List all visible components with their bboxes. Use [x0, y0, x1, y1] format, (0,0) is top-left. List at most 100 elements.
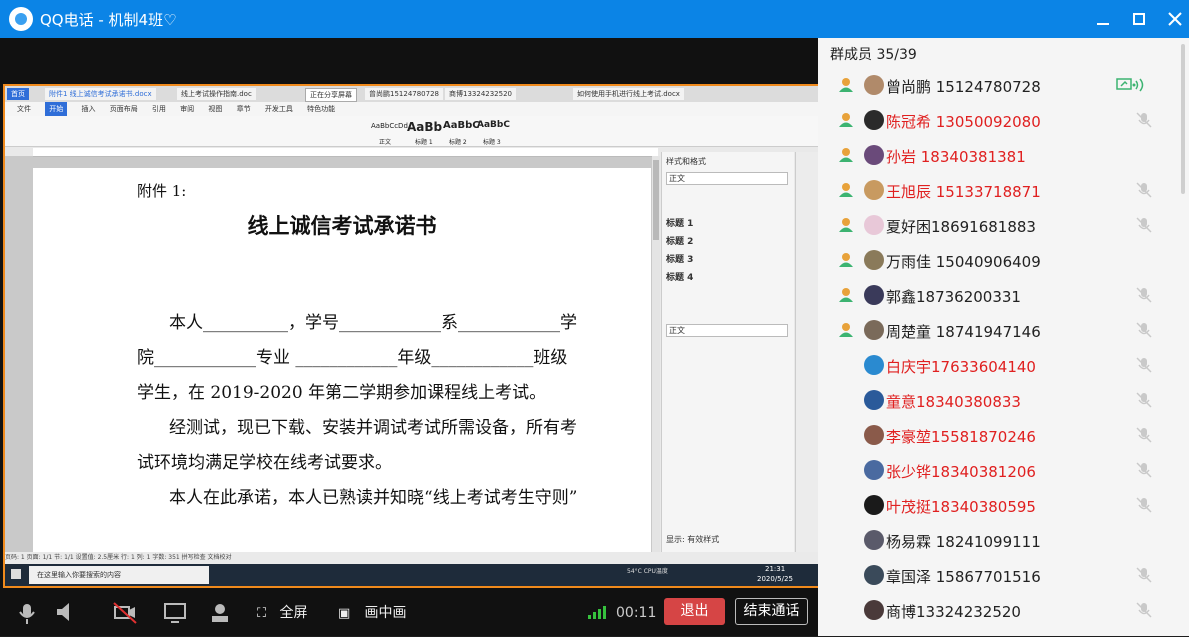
avatar[interactable]: [864, 495, 884, 515]
avatar[interactable]: [864, 425, 884, 445]
member-row[interactable]: 郭鑫18736200331: [818, 278, 1189, 313]
member-name: 王旭辰 15133718871: [886, 183, 1041, 201]
mic-muted-icon[interactable]: [1136, 567, 1152, 583]
mic-muted-icon[interactable]: [1136, 357, 1152, 373]
avatar[interactable]: [864, 460, 884, 480]
avatar[interactable]: [864, 110, 884, 130]
mic-muted-icon[interactable]: [1136, 112, 1152, 128]
maximize-icon[interactable]: [1126, 6, 1152, 32]
exit-button[interactable]: 退出: [664, 598, 725, 625]
menu-dev[interactable]: 开发工具: [265, 102, 293, 116]
member-row[interactable]: 曾尚鹏 15124780728: [818, 68, 1189, 103]
fullscreen-label: 全屏: [279, 605, 308, 621]
member-name: 叶茂挺18340380595: [886, 498, 1036, 516]
share-indicator: 正在分享屏幕: [305, 88, 357, 102]
menu-chapter[interactable]: 章节: [237, 102, 251, 116]
member-row[interactable]: 李豪堃15581870246: [818, 418, 1189, 453]
qq-logo-icon: [9, 7, 33, 31]
wps-tab-guide[interactable]: 线上考试操作指南.doc: [177, 88, 256, 100]
shared-screen[interactable]: 首页 附件1 线上诚信考试承诺书.docx 线上考试操作指南.doc 正在分享屏…: [3, 84, 821, 588]
doc-line6: 本人在此承诺，本人已熟读并知晓“线上考试考生守则”: [169, 488, 578, 508]
member-row[interactable]: 童意18340380833: [818, 383, 1189, 418]
mic-muted-icon[interactable]: [1136, 497, 1152, 513]
menu-insert[interactable]: 插入: [81, 102, 95, 116]
style-pane-current-2[interactable]: 正文: [666, 324, 788, 337]
menu-layout[interactable]: 页面布局: [110, 102, 138, 116]
doc-line5: 试环境均满足学校在线考试要求。: [137, 453, 392, 473]
member-row[interactable]: 万雨佳 15040906409: [818, 243, 1189, 278]
pip-button[interactable]: ▣ 画中画: [338, 598, 406, 628]
avatar[interactable]: [864, 250, 884, 270]
speaking-user-icon: [838, 322, 854, 338]
member-row[interactable]: 陈冠希 13050092080: [818, 103, 1189, 138]
avatar[interactable]: [864, 530, 884, 550]
menu-special[interactable]: 特色功能: [307, 102, 335, 116]
mic-muted-icon[interactable]: [1136, 602, 1152, 618]
wps-ribbon: AaBbCcDd AaBb AaBbC AaBbC 正文 标题 1 标题 2 标…: [5, 116, 819, 147]
avatar[interactable]: [864, 390, 884, 410]
document-scrollbar[interactable]: [652, 156, 660, 552]
style-pane-h4[interactable]: 标题 4: [666, 270, 693, 283]
member-row[interactable]: 商博13324232520: [818, 593, 1189, 628]
windows-taskbar: 在这里输入你要搜索的内容 54°C CPU温度 21:31 2020/5/25: [5, 564, 819, 586]
style-pane-h1[interactable]: 标题 1: [666, 216, 693, 229]
member-row[interactable]: 叶茂挺18340380595: [818, 488, 1189, 523]
mic-muted-icon[interactable]: [1136, 182, 1152, 198]
menu-start[interactable]: 开始: [45, 102, 68, 116]
wps-tab-doc[interactable]: 附件1 线上诚信考试承诺书.docx: [45, 88, 156, 100]
document-page[interactable]: 附件 1: 线上诚信考试承诺书 本人__________，学号_________…: [33, 168, 651, 552]
wps-tab-guide2[interactable]: 如何使用手机进行线上考试.docx: [573, 88, 684, 100]
member-row[interactable]: 张少铧18340381206: [818, 453, 1189, 488]
microphone-icon[interactable]: [16, 598, 38, 628]
member-row[interactable]: 白庆宇17633604140: [818, 348, 1189, 383]
fullscreen-button[interactable]: ⛶ 全屏: [257, 598, 307, 628]
style-pane-show[interactable]: 显示: 有效样式: [666, 534, 719, 545]
windows-start-icon[interactable]: [11, 569, 21, 579]
present-icon[interactable]: [208, 598, 232, 628]
fullscreen-icon: ⛶: [257, 606, 267, 621]
member-row[interactable]: 夏好困18691681883: [818, 208, 1189, 243]
avatar[interactable]: [864, 215, 884, 235]
avatar[interactable]: [864, 355, 884, 375]
member-row[interactable]: 王旭辰 15133718871: [818, 173, 1189, 208]
avatar[interactable]: [864, 145, 884, 165]
end-call-button[interactable]: 结束通话: [735, 598, 808, 625]
mic-muted-icon[interactable]: [1136, 462, 1152, 478]
member-row[interactable]: 杨易霖 18241099111: [818, 523, 1189, 558]
avatar[interactable]: [864, 600, 884, 620]
style-pane-current[interactable]: 正文: [666, 172, 788, 185]
mic-muted-icon[interactable]: [1136, 427, 1152, 443]
close-icon[interactable]: [1162, 6, 1188, 32]
menu-review[interactable]: 审阅: [180, 102, 194, 116]
call-controls: ⛶ 全屏 ▣ 画中画 00:11 退出 结束通话: [0, 598, 818, 636]
ruler: [33, 148, 658, 157]
avatar[interactable]: [864, 285, 884, 305]
avatar[interactable]: [864, 180, 884, 200]
menu-view[interactable]: 视图: [208, 102, 222, 116]
window-title: QQ电话 - 机制4班♡: [40, 11, 177, 29]
menu-reference[interactable]: 引用: [152, 102, 166, 116]
style-pane-h3[interactable]: 标题 3: [666, 252, 693, 265]
member-row[interactable]: 孙岩 18340381381: [818, 138, 1189, 173]
member-row[interactable]: 章国泽 15867701516: [818, 558, 1189, 593]
avatar[interactable]: [864, 75, 884, 95]
mic-muted-icon[interactable]: [1136, 392, 1152, 408]
wps-tab-user1[interactable]: 曾尚鹏15124780728: [365, 88, 443, 100]
mic-muted-icon[interactable]: [1136, 217, 1152, 233]
mic-muted-icon[interactable]: [1136, 287, 1152, 303]
taskbar-search[interactable]: 在这里输入你要搜索的内容: [29, 566, 209, 584]
minimize-icon[interactable]: [1090, 6, 1116, 32]
avatar[interactable]: [864, 320, 884, 340]
menu-file[interactable]: 文件: [17, 102, 31, 116]
speaker-icon[interactable]: [54, 598, 76, 628]
member-row[interactable]: 周楚童 18741947146: [818, 313, 1189, 348]
camera-off-icon[interactable]: [112, 598, 138, 628]
wps-tab-user2[interactable]: 商博13324232520: [445, 88, 516, 100]
wps-tab-home[interactable]: 首页: [7, 88, 29, 100]
mic-muted-icon[interactable]: [1136, 322, 1152, 338]
avatar[interactable]: [864, 565, 884, 585]
style-pane-h2[interactable]: 标题 2: [666, 234, 693, 247]
speaking-user-icon: [838, 147, 854, 163]
screen-share-icon[interactable]: [163, 598, 187, 628]
wps-right-toolbar: [795, 152, 818, 552]
